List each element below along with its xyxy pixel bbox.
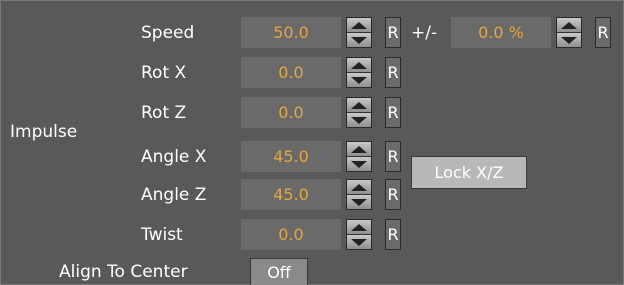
angle-x-label: Angle X [141,147,207,167]
arrow-down-icon[interactable] [347,156,371,171]
arrow-down-icon[interactable] [347,32,371,47]
arrow-down-icon[interactable] [557,32,581,47]
arrow-down-icon[interactable] [347,234,371,249]
speed-field[interactable]: 50.0 [241,17,341,48]
arrow-up-icon[interactable] [347,142,371,156]
angle-z-field[interactable]: 45.0 [241,179,341,210]
rot-z-field[interactable]: 0.0 [241,97,341,128]
arrow-up-icon[interactable] [347,220,371,234]
speed-stepper[interactable] [346,17,372,48]
rot-x-stepper[interactable] [346,57,372,88]
arrow-up-icon[interactable] [557,18,581,32]
rot-z-stepper[interactable] [346,97,372,128]
twist-field[interactable]: 0.0 [241,219,341,250]
rot-x-label: Rot X [141,63,187,83]
impulse-panel: Impulse Speed 50.0 R +/- 0.0 % R Rot X 0… [0,0,624,285]
angle-z-reset-button[interactable]: R [385,179,401,210]
angle-z-label: Angle Z [141,185,207,205]
angle-z-stepper[interactable] [346,179,372,210]
variance-field[interactable]: 0.0 % [451,17,551,48]
align-to-center-toggle[interactable]: Off [250,258,308,285]
twist-stepper[interactable] [346,219,372,250]
rot-x-field[interactable]: 0.0 [241,57,341,88]
lock-xz-button[interactable]: Lock X/Z [411,156,527,189]
rot-z-reset-button[interactable]: R [385,97,401,128]
arrow-up-icon[interactable] [347,18,371,32]
angle-x-field[interactable]: 45.0 [241,141,341,172]
variance-reset-button[interactable]: R [595,17,611,48]
twist-reset-button[interactable]: R [385,219,401,250]
align-to-center-label: Align To Center [59,262,188,282]
rot-x-reset-button[interactable]: R [385,57,401,88]
speed-label: Speed [141,23,195,43]
angle-x-stepper[interactable] [346,141,372,172]
arrow-up-icon[interactable] [347,58,371,72]
arrow-down-icon[interactable] [347,194,371,209]
rot-z-label: Rot Z [141,103,187,123]
group-label-impulse: Impulse [10,122,78,142]
arrow-down-icon[interactable] [347,72,371,87]
variance-stepper[interactable] [556,17,582,48]
arrow-up-icon[interactable] [347,98,371,112]
angle-x-reset-button[interactable]: R [385,141,401,172]
variance-label: +/- [411,23,438,43]
speed-reset-button[interactable]: R [385,17,401,48]
arrow-down-icon[interactable] [347,112,371,127]
twist-label: Twist [141,225,183,245]
arrow-up-icon[interactable] [347,180,371,194]
